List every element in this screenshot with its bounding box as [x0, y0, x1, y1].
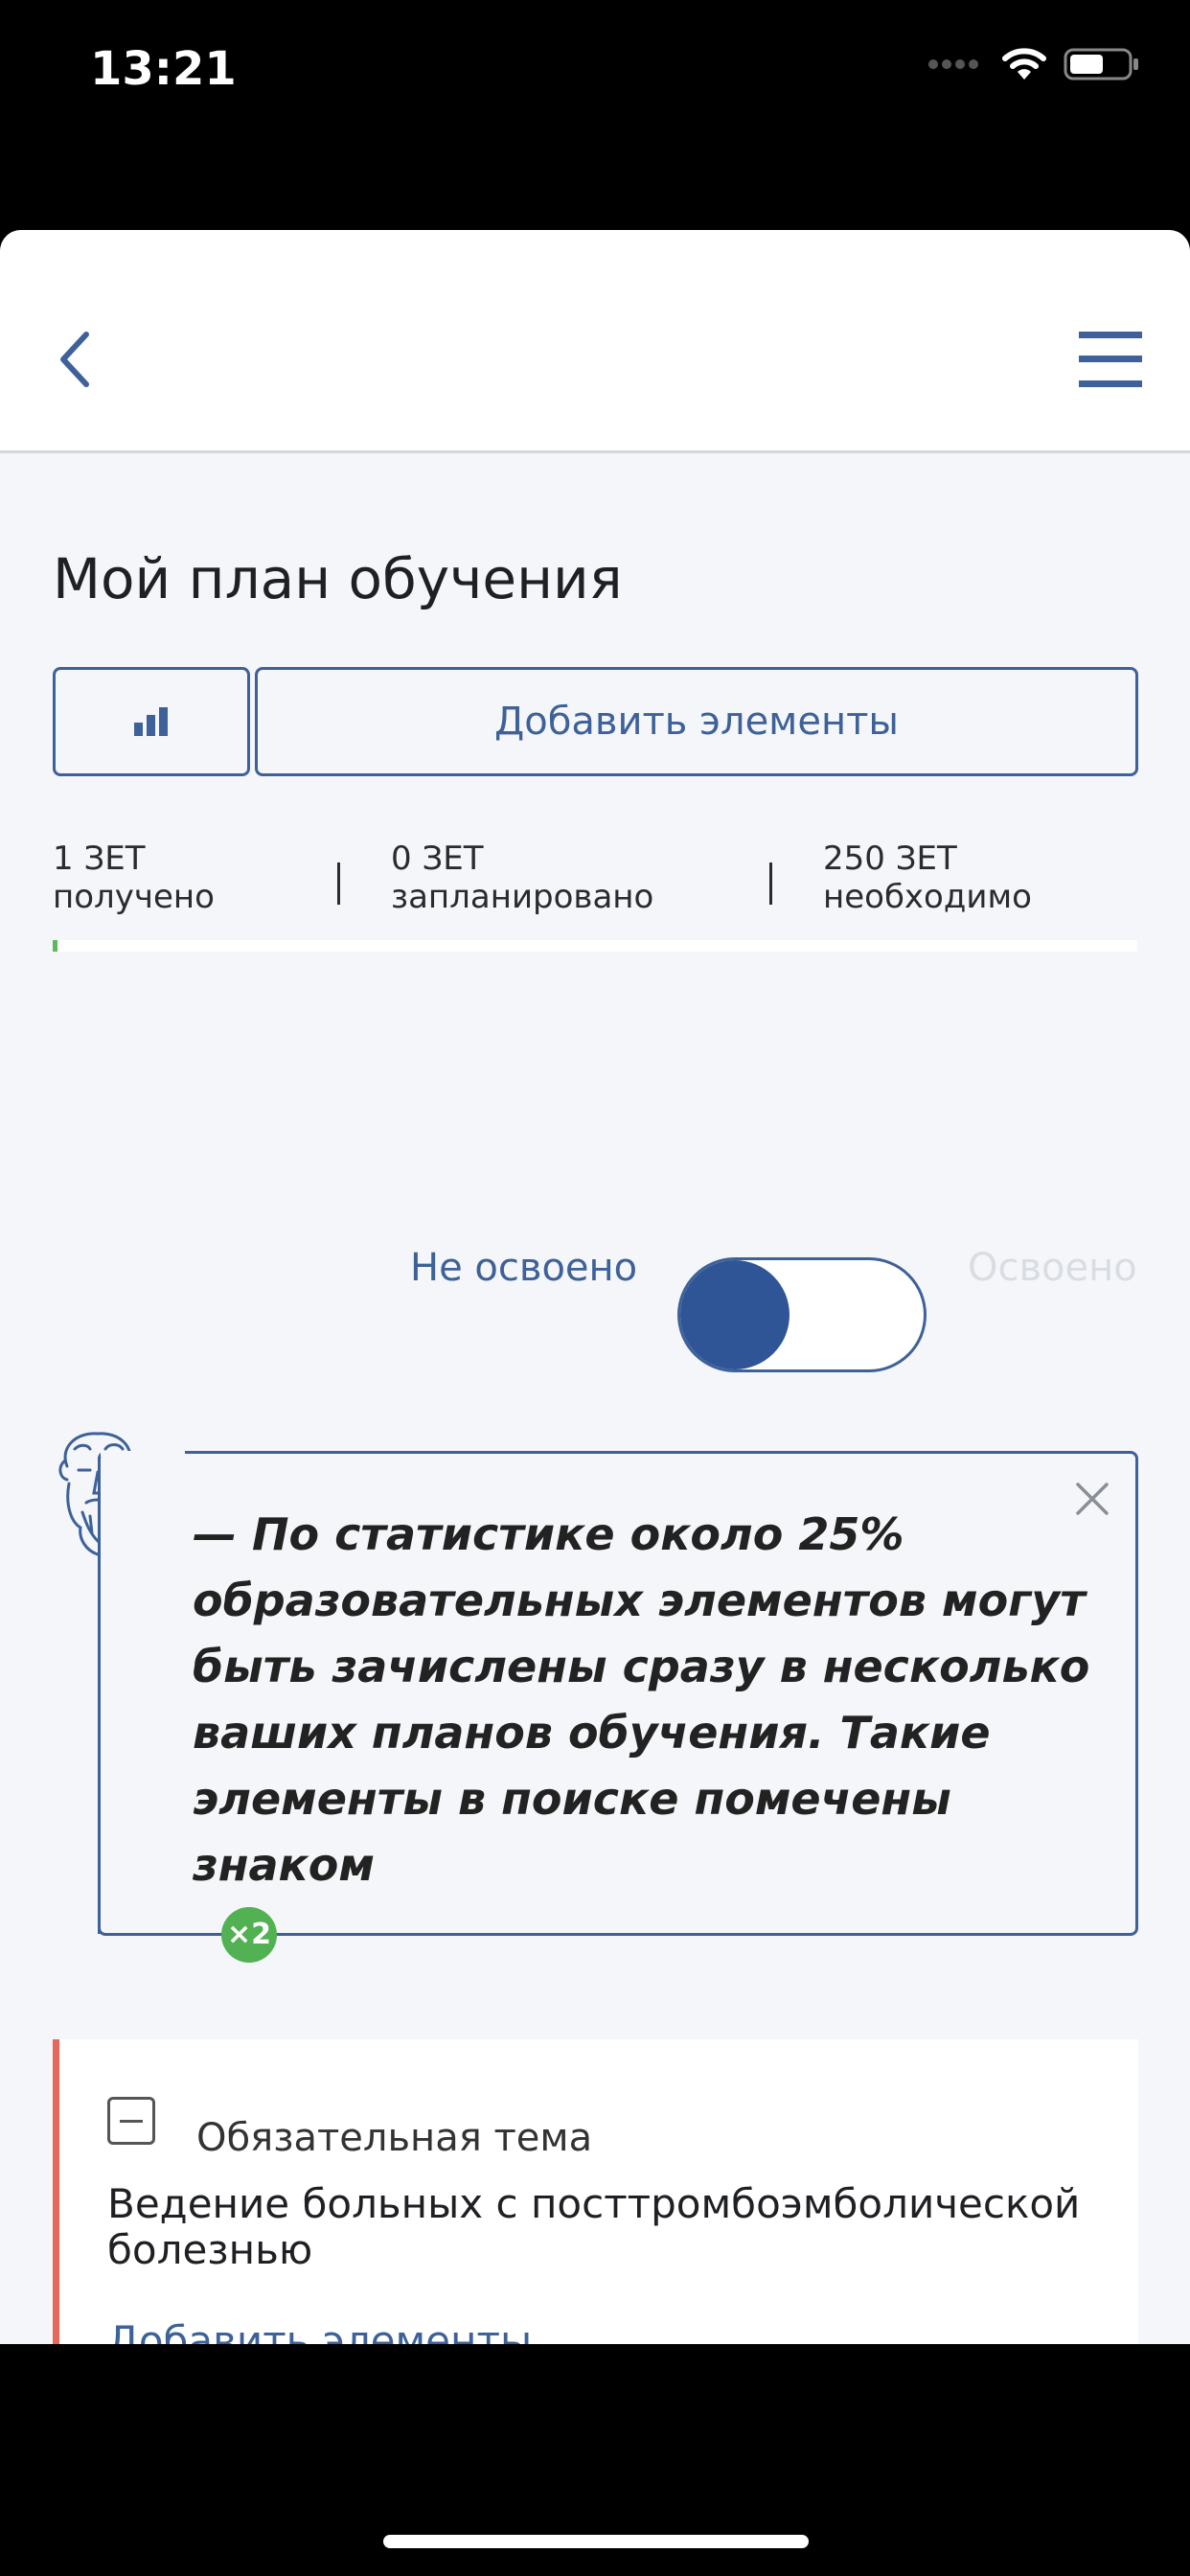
tip-text: — По статистике около 25% образовательны… [193, 1502, 1112, 1965]
stat-planned: 0 ЗЕТ запланировано [391, 840, 653, 916]
stat-caption: получено [53, 878, 215, 916]
stat-value: 250 ЗЕТ [823, 840, 957, 878]
status-time: 13:21 [90, 42, 237, 96]
bar-chart-icon [134, 707, 168, 736]
navigation-bar [0, 230, 1190, 453]
collapse-topic-button[interactable] [107, 2097, 155, 2145]
wifi-icon [1002, 48, 1046, 80]
tip-card: — По статистике около 25% образовательны… [98, 1451, 1138, 1963]
stat-caption: необходимо [823, 878, 1032, 916]
stat-received: 1 ЗЕТ получено [53, 840, 215, 916]
topic-title: Ведение больных с посттромбоэмболической… [107, 2180, 1081, 2273]
menu-button[interactable] [1077, 326, 1144, 393]
topic-add-elements-link[interactable]: Добавить элементы [107, 2317, 532, 2344]
stat-required: 250 ЗЕТ необходимо [823, 840, 1032, 916]
page-title: Мой план обучения [53, 546, 623, 611]
credits-progress-fill [53, 940, 57, 952]
topic-card: Обязательная тема Ведение больных с пост… [53, 2039, 1138, 2344]
topic-type: Обязательная тема [196, 2116, 593, 2160]
mastered-toggle[interactable] [677, 1257, 927, 1372]
signal-icon [928, 59, 978, 69]
battery-icon [1064, 48, 1138, 80]
add-elements-button[interactable]: Добавить элементы [255, 667, 1138, 776]
status-icons [927, 46, 1140, 82]
multi-plan-badge: ×2 [221, 1906, 277, 1963]
mastered-label[interactable]: Освоено [968, 1246, 1137, 1290]
toggle-knob [680, 1260, 790, 1369]
chevron-left-icon [60, 332, 89, 387]
home-indicator [383, 2535, 809, 2548]
stat-divider [337, 862, 340, 905]
stat-caption: запланировано [391, 878, 654, 916]
app-screen: Мой план обучения Добавить элементы 1 ЗЕ… [0, 230, 1190, 2344]
stat-value: 0 ЗЕТ [391, 840, 484, 878]
statistics-button[interactable] [53, 667, 250, 776]
tip-message: — По статистике около 25% образовательны… [193, 1508, 1090, 1891]
stat-divider [769, 862, 772, 905]
credits-progress-bar [53, 940, 1137, 952]
status-bar: 13:21 [0, 0, 1190, 144]
stat-value: 1 ЗЕТ [53, 840, 146, 878]
not-mastered-label[interactable]: Не освоено [410, 1246, 637, 1290]
back-button[interactable] [46, 321, 103, 398]
hamburger-icon [1079, 332, 1142, 387]
